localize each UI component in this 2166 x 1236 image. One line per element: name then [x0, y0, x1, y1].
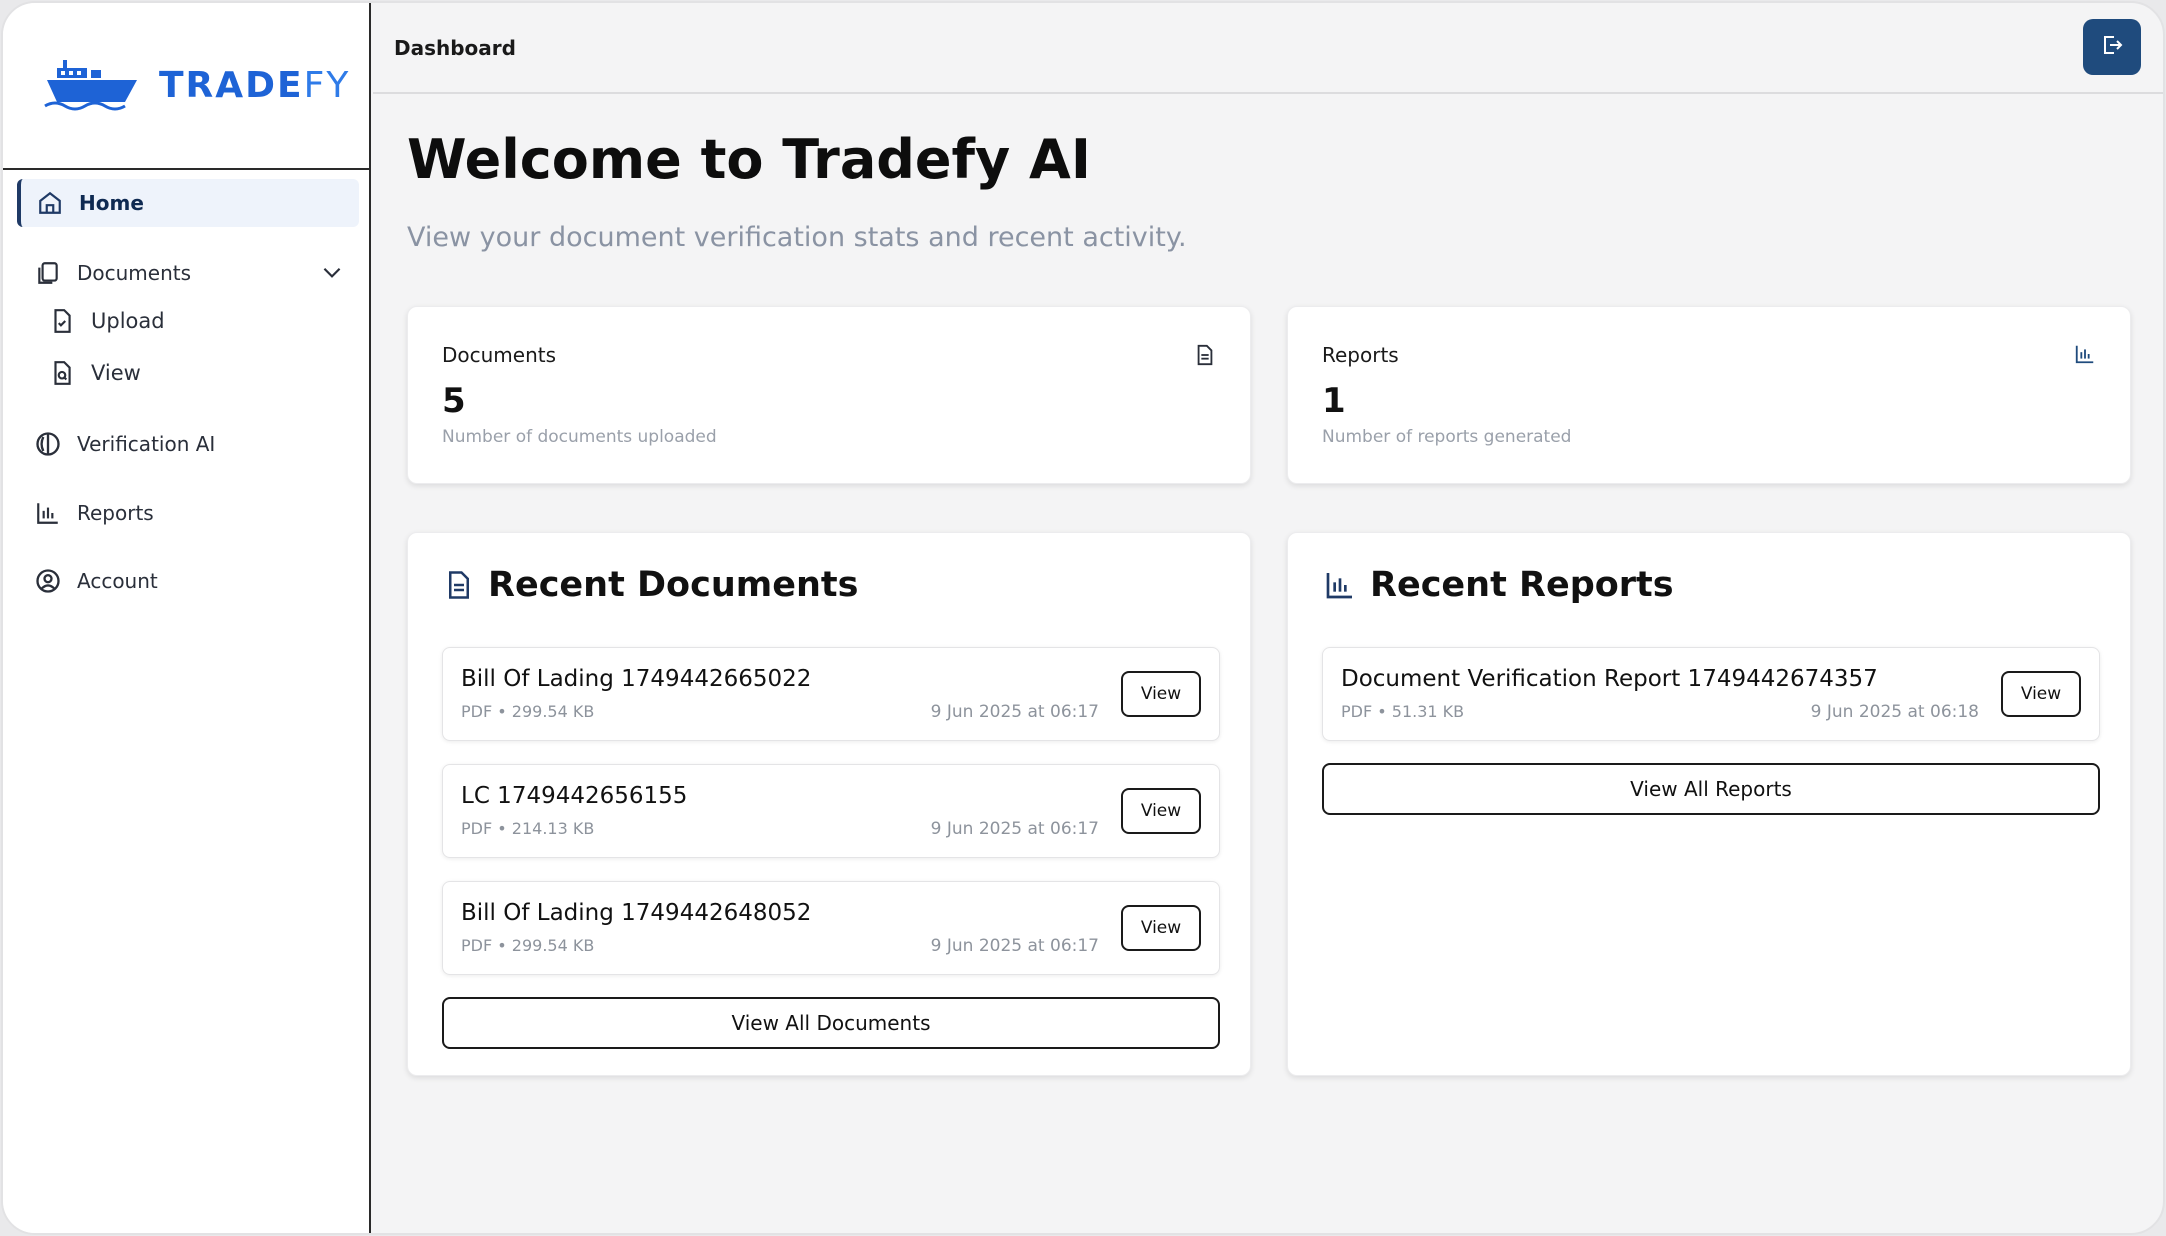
documents-icon: [33, 258, 63, 288]
document-name: LC 1749442656155: [461, 783, 688, 809]
section-title: Recent Reports: [1324, 565, 1674, 605]
sidebar-item-label: Documents: [77, 261, 192, 285]
upload-file-icon: [47, 306, 77, 336]
bar-chart-icon: [2074, 343, 2096, 369]
brand-logo[interactable]: TRADEFY: [3, 3, 369, 170]
account-icon: [33, 566, 63, 596]
welcome-subtitle: View your document verification stats an…: [407, 222, 1187, 253]
stat-label: Documents: [442, 343, 557, 367]
sidebar-item-upload[interactable]: Upload: [31, 297, 351, 345]
recent-documents-card: Recent Documents Bill Of Lading 17494426…: [407, 532, 1251, 1076]
document-date: 9 Jun 2025 at 06:17: [930, 819, 1099, 839]
page-title: Dashboard: [394, 35, 516, 60]
view-document-button[interactable]: View: [1121, 788, 1201, 834]
document-date: 9 Jun 2025 at 06:17: [930, 936, 1099, 956]
sidebar-item-reports[interactable]: Reports: [17, 489, 359, 537]
list-item[interactable]: Document Verification Report 17494426743…: [1322, 647, 2100, 741]
section-title: Recent Documents: [444, 565, 858, 605]
sidebar-item-verification-ai[interactable]: Verification AI: [17, 420, 359, 468]
document-icon: [1194, 343, 1216, 371]
sidebar-item-label: Verification AI: [77, 432, 216, 456]
sidebar-item-label: Upload: [91, 309, 165, 333]
chevron-down-icon[interactable]: [319, 259, 345, 290]
welcome-heading: Welcome to Tradefy AI: [407, 128, 1091, 191]
document-name: Bill Of Lading 1749442665022: [461, 666, 812, 692]
main-content: Welcome to Tradefy AI View your document…: [373, 96, 2163, 1233]
stat-label: Reports: [1322, 343, 1399, 367]
bar-chart-icon: [1324, 569, 1356, 601]
document-date: 9 Jun 2025 at 06:17: [930, 702, 1099, 722]
view-all-reports-button[interactable]: View All Reports: [1322, 763, 2100, 815]
report-meta: PDF • 51.31 KB: [1341, 702, 1465, 721]
ship-icon: [43, 56, 141, 116]
recent-reports-card: Recent Reports Document Verification Rep…: [1287, 532, 2131, 1076]
sidebar-item-home[interactable]: Home: [17, 179, 359, 227]
logout-button[interactable]: [2083, 19, 2141, 75]
bar-chart-icon: [33, 498, 63, 528]
sidebar-item-account[interactable]: Account: [17, 557, 359, 605]
sidebar-item-label: View: [91, 361, 141, 385]
app-window: TRADEFY Home Documents Upload View Verif…: [1, 1, 2165, 1235]
sidebar-item-documents[interactable]: Documents: [17, 249, 359, 297]
stat-value: 5: [442, 381, 466, 421]
report-name: Document Verification Report 17494426743…: [1341, 666, 1878, 692]
document-meta: PDF • 299.54 KB: [461, 702, 595, 721]
top-bar: Dashboard: [373, 3, 2163, 94]
view-document-button[interactable]: View: [1121, 671, 1201, 717]
home-icon: [35, 188, 65, 218]
list-item[interactable]: LC 1749442656155 PDF • 214.13 KB 9 Jun 2…: [442, 764, 1220, 858]
document-name: Bill Of Lading 1749442648052: [461, 900, 812, 926]
sidebar-item-view[interactable]: View: [31, 349, 351, 397]
sidebar: TRADEFY Home Documents Upload View Verif…: [3, 3, 371, 1233]
document-meta: PDF • 299.54 KB: [461, 936, 595, 955]
documents-stat-card: Documents 5 Number of documents uploaded: [407, 306, 1251, 484]
view-report-button[interactable]: View: [2001, 671, 2081, 717]
document-meta: PDF • 214.13 KB: [461, 819, 595, 838]
brain-icon: [33, 429, 63, 459]
stat-description: Number of documents uploaded: [442, 427, 717, 447]
brand-name: TRADEFY: [159, 65, 351, 106]
view-all-documents-button[interactable]: View All Documents: [442, 997, 1220, 1049]
report-date: 9 Jun 2025 at 06:18: [1810, 702, 1979, 722]
view-document-button[interactable]: View: [1121, 905, 1201, 951]
sidebar-item-label: Reports: [77, 501, 154, 525]
list-item[interactable]: Bill Of Lading 1749442648052 PDF • 299.5…: [442, 881, 1220, 975]
view-file-icon: [47, 358, 77, 388]
document-icon: [444, 568, 474, 602]
sidebar-item-label: Home: [79, 191, 144, 215]
stat-description: Number of reports generated: [1322, 427, 1572, 447]
reports-stat-card: Reports 1 Number of reports generated: [1287, 306, 2131, 484]
stat-value: 1: [1322, 381, 1346, 421]
list-item[interactable]: Bill Of Lading 1749442665022 PDF • 299.5…: [442, 647, 1220, 741]
logout-icon: [2100, 33, 2124, 61]
sidebar-item-label: Account: [77, 569, 158, 593]
